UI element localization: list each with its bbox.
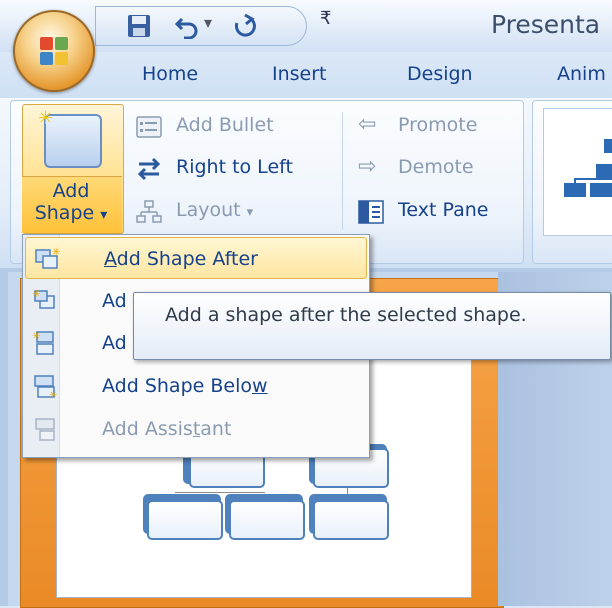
menu-item-label: Ad bbox=[102, 332, 127, 354]
menu-item-label: Add Shape Below bbox=[102, 375, 268, 397]
demote-button[interactable]: Demote bbox=[398, 156, 474, 178]
office-button[interactable] bbox=[13, 10, 95, 92]
svg-text:✳: ✳ bbox=[52, 247, 60, 258]
office-logo-icon bbox=[40, 37, 68, 65]
window-title: Presenta bbox=[491, 10, 601, 39]
text-pane-button[interactable]: Text Pane bbox=[398, 199, 488, 221]
add-shape-after-icon: ✳ bbox=[35, 247, 60, 269]
org-connector bbox=[175, 492, 265, 493]
add-assistant-icon bbox=[35, 418, 55, 441]
right-to-left-icon bbox=[137, 157, 161, 181]
menu-item-label: Add Assistant bbox=[102, 418, 232, 440]
demote-icon: ⇨ bbox=[358, 154, 377, 179]
menu-item-add-shape-after[interactable]: ✳ Add Shape After bbox=[25, 237, 367, 279]
quick-access-toolbar: ▾ bbox=[95, 6, 307, 46]
bullet-list-icon bbox=[136, 116, 162, 138]
menu-item-add-shape-below[interactable]: ✳ Add Shape Below bbox=[24, 365, 368, 407]
add-shape-below-icon: ✳ bbox=[34, 375, 57, 399]
svg-text:✳: ✳ bbox=[49, 390, 57, 399]
undo-dropdown-icon[interactable]: ▾ bbox=[204, 13, 212, 32]
layout-button[interactable]: Layout ▾ bbox=[176, 199, 253, 221]
add-shape-label: Add Shape ▾ bbox=[34, 180, 108, 224]
menu-item-label: Add Shape After bbox=[104, 248, 258, 270]
add-bullet-button[interactable]: Add Bullet bbox=[176, 114, 274, 136]
org-shape[interactable] bbox=[313, 500, 389, 540]
svg-text:✳: ✳ bbox=[32, 289, 40, 300]
promote-icon: ⇦ bbox=[358, 112, 377, 137]
svg-text:✳: ✳ bbox=[32, 331, 40, 342]
tooltip-text: Add a shape after the selected shape. bbox=[165, 304, 527, 326]
text-pane-icon bbox=[358, 200, 384, 224]
undo-icon[interactable] bbox=[174, 13, 200, 39]
sparkle-icon: ✳ bbox=[38, 108, 54, 129]
org-chart-layout-icon bbox=[564, 139, 612, 197]
menu-item-label: Ad bbox=[102, 290, 127, 312]
tab-home[interactable]: Home bbox=[142, 63, 198, 85]
redo-icon[interactable] bbox=[231, 13, 257, 39]
save-icon[interactable] bbox=[126, 13, 152, 39]
tab-animations[interactable]: Anim bbox=[557, 63, 606, 85]
add-shape-above-icon: ✳ bbox=[32, 331, 54, 355]
org-shape[interactable] bbox=[229, 500, 305, 540]
menu-item-add-assistant[interactable]: Add Assistant bbox=[24, 408, 368, 450]
customize-qat-icon[interactable]: ₹ bbox=[320, 8, 331, 29]
tab-insert[interactable]: Insert bbox=[272, 63, 327, 85]
right-to-left-button[interactable]: Right to Left bbox=[176, 156, 293, 178]
layout-gallery-item[interactable] bbox=[543, 108, 612, 236]
org-shape[interactable] bbox=[147, 500, 223, 540]
ribbon-separator bbox=[342, 112, 343, 230]
add-shape-before-icon: ✳ bbox=[32, 289, 55, 309]
tab-design[interactable]: Design bbox=[407, 63, 473, 85]
layout-icon bbox=[136, 200, 162, 223]
promote-button[interactable]: Promote bbox=[398, 114, 477, 136]
tooltip: Add a shape after the selected shape. bbox=[133, 292, 611, 360]
